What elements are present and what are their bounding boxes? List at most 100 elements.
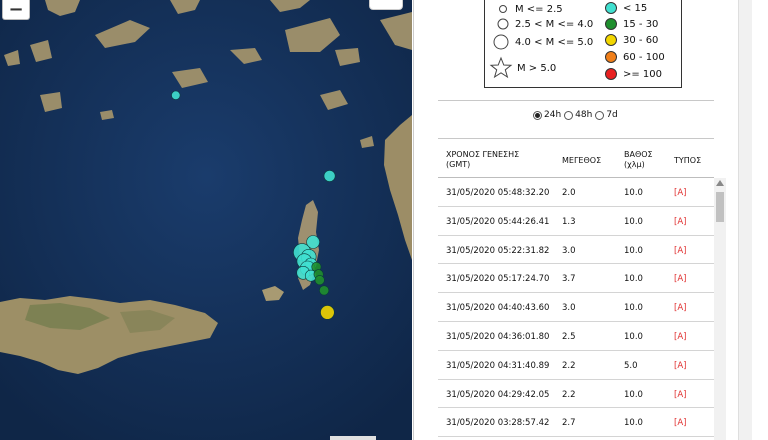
cell-magnitude: 2.2 xyxy=(562,389,576,400)
cell-depth: 10.0 xyxy=(624,389,643,400)
legend-depth-2-label: 15 - 30 xyxy=(623,18,659,30)
cell-magnitude: 3.0 xyxy=(562,303,576,314)
table-row[interactable]: 31/05/2020 04:31:40.89 2.2 5.0 [A] xyxy=(438,351,714,380)
cell-magnitude: 2.7 xyxy=(562,418,576,429)
earthquake-marker[interactable] xyxy=(319,285,330,296)
table-row[interactable]: 31/05/2020 05:44:26.41 1.3 10.0 [A] xyxy=(438,207,714,236)
scroll-thumb[interactable] xyxy=(716,192,724,222)
cell-depth: 10.0 xyxy=(624,245,643,256)
header-time-line1: ΧΡΟΝΟΣ ΓΕΝΕΣΗΣ xyxy=(446,150,520,159)
cell-depth: 5.0 xyxy=(624,360,638,371)
header-depth-line1: ΒΑΘΟΣ xyxy=(624,150,653,159)
circle-small-icon xyxy=(499,5,507,13)
table-row[interactable]: 31/05/2020 05:48:32.20 2.0 10.0 [A] xyxy=(438,178,714,207)
legend-depth-1-label: < 15 xyxy=(623,2,648,14)
earthquake-marker[interactable] xyxy=(323,170,336,182)
legend-mag-1: M <= 2.5 xyxy=(495,2,563,16)
cell-magnitude: 3.0 xyxy=(562,245,576,256)
cell-type[interactable]: [A] xyxy=(674,418,686,428)
legend-depth-1: < 15 xyxy=(603,1,647,15)
cell-type[interactable]: [A] xyxy=(674,390,686,400)
cell-type[interactable]: [A] xyxy=(674,303,686,313)
earthquake-marker[interactable] xyxy=(320,305,335,320)
divider xyxy=(438,100,714,101)
legend-mag-2: 2.5 < M <= 4.0 xyxy=(495,17,593,31)
cell-magnitude: 2.0 xyxy=(562,188,576,198)
table-row[interactable]: 31/05/2020 04:29:42.05 2.2 10.0 [A] xyxy=(438,380,714,409)
cell-magnitude: 2.2 xyxy=(562,360,576,371)
header-time-line2: (GMT) xyxy=(446,160,471,169)
legend-depth-4-label: 60 - 100 xyxy=(623,51,665,63)
map-attribution-bar xyxy=(330,436,376,440)
table-row[interactable]: 31/05/2020 04:40:43.60 3.0 10.0 [A] xyxy=(438,293,714,322)
cell-type[interactable]: [A] xyxy=(674,274,686,284)
cell-type[interactable]: [A] xyxy=(674,217,686,227)
legend-mag-4-label: M > 5.0 xyxy=(517,62,557,74)
map-view[interactable]: − xyxy=(0,0,412,440)
cell-type[interactable]: [A] xyxy=(674,188,686,198)
header-depth-line2: (χλμ) xyxy=(624,160,645,169)
legend-depth-3: 30 - 60 xyxy=(603,33,658,47)
period-option-24h[interactable]: 24h xyxy=(533,110,561,120)
cell-time: 31/05/2020 04:36:01.80 xyxy=(446,331,550,342)
depth-color-3-icon xyxy=(605,34,617,46)
cell-time: 31/05/2020 04:40:43.60 xyxy=(446,303,550,314)
cell-depth: 10.0 xyxy=(624,216,643,227)
legend-depth-5-label: >= 100 xyxy=(623,68,663,80)
legend-mag-1-label: M <= 2.5 xyxy=(515,3,563,15)
earthquake-markers[interactable] xyxy=(0,0,412,440)
period-selector: 24h 48h 7d xyxy=(533,110,621,120)
earthquake-table-body: 31/05/2020 05:48:32.20 2.0 10.0 [A] 31/05/20… xyxy=(438,178,714,438)
earthquake-marker[interactable] xyxy=(314,275,325,286)
legend-mag-3: 4.0 < M <= 5.0 xyxy=(491,33,593,51)
cell-time: 31/05/2020 05:44:26.41 xyxy=(446,216,550,227)
radio-7d[interactable] xyxy=(595,110,605,120)
header-depth[interactable]: ΒΑΘΟΣ (χλμ) xyxy=(624,150,653,170)
table-row[interactable]: 31/05/2020 04:36:01.80 2.5 10.0 [A] xyxy=(438,322,714,351)
legend-depth-2: 15 - 30 xyxy=(603,17,658,31)
legend-box: M <= 2.5 2.5 < M <= 4.0 4.0 < M <= 5.0 M… xyxy=(484,0,682,88)
table-header: ΧΡΟΝΟΣ ΓΕΝΕΣΗΣ (GMT) ΜΕΓΕΘΟΣ ΒΑΘΟΣ (χλμ)… xyxy=(438,142,714,178)
cell-depth: 10.0 xyxy=(624,331,643,342)
cell-depth: 10.0 xyxy=(624,274,643,285)
cell-depth: 10.0 xyxy=(624,188,643,198)
header-type[interactable]: ΤΥΠΟΣ xyxy=(674,156,701,166)
table-row[interactable]: 31/05/2020 05:22:31.82 3.0 10.0 [A] xyxy=(438,236,714,265)
cell-time: 31/05/2020 05:17:24.70 xyxy=(446,274,550,285)
depth-color-2-icon xyxy=(605,18,617,30)
cell-type[interactable]: [A] xyxy=(674,332,686,342)
table-row[interactable]: 31/05/2020 05:17:24.70 3.7 10.0 [A] xyxy=(438,264,714,294)
legend-mag-2-label: 2.5 < M <= 4.0 xyxy=(515,18,594,30)
legend-mag-4: M > 5.0 xyxy=(489,56,556,80)
layers-toggle-button[interactable] xyxy=(369,0,403,10)
period-option-48h[interactable]: 48h xyxy=(564,110,592,120)
zoom-out-button[interactable]: − xyxy=(2,0,30,20)
cell-time: 31/05/2020 04:31:40.89 xyxy=(446,360,550,371)
cell-type[interactable]: [A] xyxy=(674,246,686,256)
depth-color-5-icon xyxy=(605,68,617,80)
cell-magnitude: 3.7 xyxy=(562,274,576,285)
star-icon xyxy=(489,56,513,79)
table-scrollbar[interactable] xyxy=(714,178,726,440)
page-background xyxy=(752,0,768,440)
radio-24h[interactable] xyxy=(533,110,542,120)
period-24h-label: 24h xyxy=(544,110,562,120)
radio-48h[interactable] xyxy=(564,110,574,120)
scroll-up-icon[interactable] xyxy=(716,180,724,186)
table-row[interactable]: 31/05/2020 03:28:57.42 2.7 10.0 [A] xyxy=(438,408,714,438)
page-scrollbar[interactable] xyxy=(738,0,752,440)
circle-large-icon xyxy=(493,34,509,50)
cell-time: 31/05/2020 05:48:32.20 xyxy=(446,188,550,198)
cell-type[interactable]: [A] xyxy=(674,361,686,371)
cell-depth: 10.0 xyxy=(624,418,643,429)
header-magnitude[interactable]: ΜΕΓΕΘΟΣ xyxy=(562,156,601,166)
header-time[interactable]: ΧΡΟΝΟΣ ΓΕΝΕΣΗΣ (GMT) xyxy=(446,150,519,170)
earthquake-marker[interactable] xyxy=(171,90,181,100)
legend-depth-4: 60 - 100 xyxy=(603,50,665,64)
cell-magnitude: 2.5 xyxy=(562,331,576,342)
depth-color-1-icon xyxy=(605,2,617,14)
cell-time: 31/05/2020 04:29:42.05 xyxy=(446,389,550,400)
depth-color-4-icon xyxy=(605,51,617,63)
period-option-7d[interactable]: 7d xyxy=(595,110,618,120)
period-48h-label: 48h xyxy=(575,110,593,120)
